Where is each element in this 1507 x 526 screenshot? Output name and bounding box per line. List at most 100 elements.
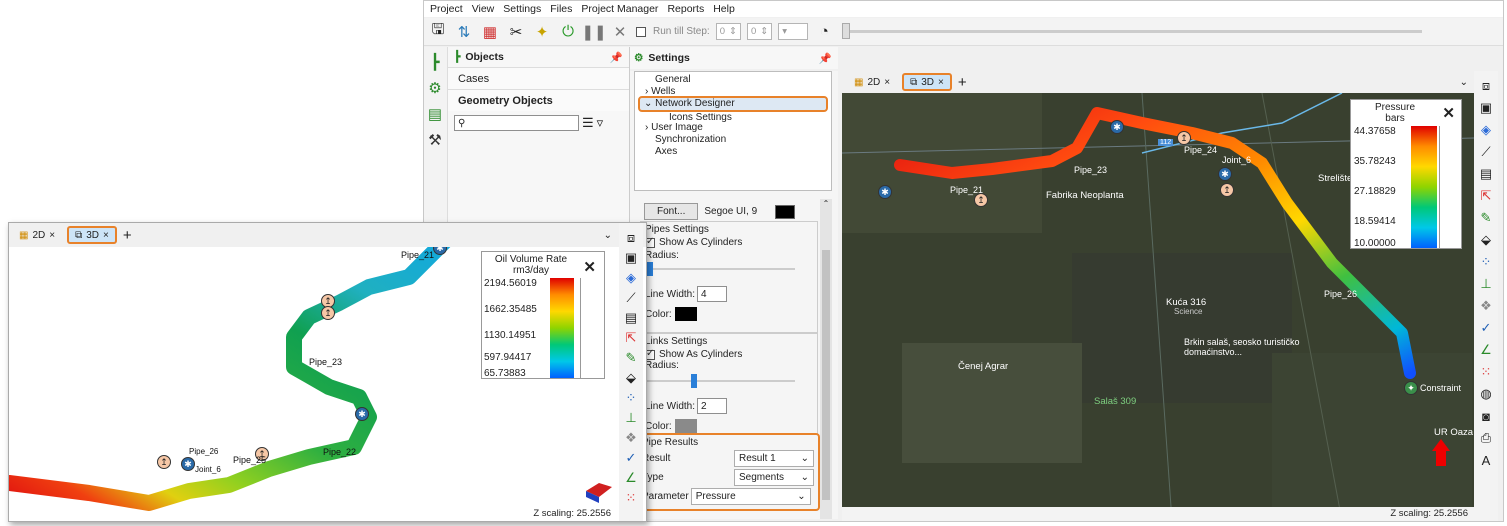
close-icon[interactable]: × bbox=[49, 230, 55, 241]
menu-files[interactable]: Files bbox=[550, 3, 572, 15]
angle-icon[interactable]: ∠ bbox=[1477, 341, 1495, 359]
ruler-icon[interactable]: ⟋ bbox=[622, 289, 640, 307]
joint-node-icon[interactable]: ✱ bbox=[1218, 167, 1232, 181]
ruler-icon[interactable]: ⟋ bbox=[1477, 143, 1495, 161]
step-to-spinner[interactable]: 0 ⇕ bbox=[746, 23, 773, 40]
pause-icon[interactable]: ❚❚ bbox=[581, 22, 606, 42]
constraint-node-icon[interactable]: ✦ bbox=[1404, 381, 1418, 395]
menu-view[interactable]: View bbox=[472, 3, 495, 15]
pin-icon[interactable]: 📌 bbox=[819, 52, 832, 65]
layers-icon[interactable]: ◈ bbox=[1477, 121, 1495, 139]
view-options-icon[interactable]: ▣ bbox=[1477, 99, 1495, 117]
cube-view-icon[interactable]: ⧈ bbox=[1477, 77, 1495, 95]
scroll-up-arrow[interactable]: ⌃ bbox=[820, 199, 832, 208]
links-line-width-input[interactable]: 2 bbox=[697, 398, 728, 414]
step-from-spinner[interactable]: 0 ⇕ bbox=[715, 23, 741, 40]
gear-icon[interactable]: ⚙ bbox=[424, 77, 446, 99]
pin-icon[interactable]: 📌 bbox=[610, 51, 623, 64]
close-icon[interactable]: × bbox=[103, 230, 109, 241]
search-input[interactable]: ⚲ bbox=[454, 115, 579, 131]
surface-icon[interactable]: ❖ bbox=[1477, 297, 1495, 315]
chevron-down-icon[interactable]: ⌄ bbox=[604, 230, 612, 241]
brush-icon[interactable]: ✎ bbox=[622, 349, 640, 367]
tree-item-icons-settings[interactable]: Icons Settings bbox=[635, 113, 831, 122]
cut-icon[interactable]: ✂ bbox=[506, 22, 526, 42]
palette-icon[interactable]: ⁙ bbox=[622, 489, 640, 507]
save-icon[interactable]: 🖫 bbox=[428, 21, 448, 42]
font-button[interactable]: Font... bbox=[644, 203, 699, 220]
tab-2d[interactable]: ▦ 2D × bbox=[848, 73, 896, 91]
palette-icon[interactable]: ⁙ bbox=[1477, 363, 1495, 381]
pipes-radius-slider[interactable] bbox=[645, 262, 813, 276]
source-node-icon[interactable]: ✱ bbox=[878, 185, 892, 199]
result-select[interactable]: Result 1 ⌄ bbox=[734, 450, 814, 467]
brush-icon[interactable]: ✎ bbox=[1477, 209, 1495, 227]
qc-icon[interactable]: ✓ bbox=[1477, 319, 1495, 337]
funnel-icon[interactable]: ▿ bbox=[597, 115, 604, 131]
points-icon[interactable]: ⁘ bbox=[1477, 253, 1495, 271]
well-node-icon[interactable]: ↥ bbox=[321, 306, 335, 320]
menu-project-manager[interactable]: Project Manager bbox=[581, 3, 658, 15]
font-icon[interactable]: A bbox=[1477, 451, 1495, 469]
view-options-icon[interactable]: ▣ bbox=[622, 249, 640, 267]
grid-icon[interactable]: ▦ bbox=[480, 22, 500, 42]
well-node-icon[interactable]: ↥ bbox=[974, 193, 988, 207]
close-icon[interactable]: × bbox=[884, 77, 890, 88]
tree-item-synchronization[interactable]: Synchronization bbox=[635, 134, 831, 146]
source-node-icon[interactable]: ✱ bbox=[355, 407, 369, 421]
power-icon[interactable]: ⏻ bbox=[558, 22, 578, 42]
close-icon[interactable]: ✕ bbox=[583, 258, 596, 276]
tree-item-general[interactable]: General bbox=[635, 74, 831, 86]
pipes-radius-handle[interactable] bbox=[647, 262, 653, 276]
pipes-color-swatch[interactable] bbox=[674, 307, 697, 321]
tree-item-axes[interactable]: Axes bbox=[635, 146, 831, 158]
settings-scrollbar[interactable]: ⌃ bbox=[820, 199, 832, 519]
clock-icon[interactable]: ◔ bbox=[814, 22, 834, 42]
links-radius-slider[interactable] bbox=[645, 374, 813, 388]
pipes-line-width-input[interactable]: 4 bbox=[697, 286, 728, 302]
parameter-select[interactable]: Pressure ⌄ bbox=[690, 488, 811, 505]
stop-icon[interactable]: ✕ bbox=[610, 22, 630, 42]
cube-view-icon[interactable]: ⧈ bbox=[622, 229, 640, 247]
table-icon[interactable]: ▤ bbox=[1477, 165, 1495, 183]
joint-node-icon[interactable]: ✱ bbox=[181, 457, 195, 471]
hammer-icon[interactable]: ⚒ bbox=[424, 129, 446, 151]
chevron-down-icon[interactable]: ⌄ bbox=[1460, 77, 1468, 88]
type-select[interactable]: Segments ⌄ bbox=[734, 469, 814, 486]
cursor-icon[interactable]: ⇱ bbox=[1477, 187, 1495, 205]
menu-settings[interactable]: Settings bbox=[503, 3, 541, 15]
tab-3d[interactable]: ⧉ 3D × bbox=[902, 73, 952, 91]
run-till-step-checkbox[interactable] bbox=[636, 26, 646, 37]
globe-icon[interactable]: ◍ bbox=[1477, 385, 1495, 403]
cursor-icon[interactable]: ⇱ bbox=[622, 329, 640, 347]
font-color-swatch[interactable] bbox=[775, 204, 796, 219]
close-icon[interactable]: ✕ bbox=[1442, 104, 1455, 122]
axes-icon[interactable]: ⊥ bbox=[622, 409, 640, 427]
well-node-icon[interactable]: ↥ bbox=[157, 455, 171, 469]
stack-icon[interactable]: ⬙ bbox=[622, 369, 640, 387]
panel-icon[interactable]: ▤ bbox=[424, 103, 446, 125]
menu-reports[interactable]: Reports bbox=[667, 3, 704, 15]
links-radius-handle[interactable] bbox=[691, 374, 697, 388]
objects-tree-icon[interactable]: ┣ bbox=[424, 51, 446, 73]
links-color-swatch[interactable] bbox=[674, 419, 697, 433]
camera-icon[interactable]: ◙ bbox=[1477, 407, 1495, 425]
well-node-icon[interactable]: ↥ bbox=[1177, 131, 1191, 145]
menu-help[interactable]: Help bbox=[713, 3, 735, 15]
menu-project[interactable]: Project bbox=[430, 3, 463, 15]
print-icon[interactable]: ⎙ bbox=[1477, 429, 1495, 447]
tab-2d[interactable]: ▦ 2D × bbox=[13, 226, 61, 244]
points-icon[interactable]: ⁘ bbox=[622, 389, 640, 407]
map-3d-view[interactable]: ✱ ↥ ✱ ↥ ✱ ↥ ✦ Pipe_21 Pipe_23 Pipe_24 Jo… bbox=[842, 93, 1474, 521]
axes-icon[interactable]: ⊥ bbox=[1477, 275, 1495, 293]
cases-row[interactable]: Cases bbox=[448, 67, 629, 89]
step-slider-handle[interactable] bbox=[842, 23, 851, 39]
angle-icon[interactable]: ∠ bbox=[622, 469, 640, 487]
tree-item-network-designer[interactable]: ⌄ Network Designer bbox=[638, 96, 828, 112]
geometry-objects-row[interactable]: Geometry Objects bbox=[448, 89, 629, 111]
surface-icon[interactable]: ❖ bbox=[622, 429, 640, 447]
inset-3d-view[interactable]: ✱ ↥ ↥ ✱ ↥ ↥ ✱ Pipe_21 Pipe_23 Pipe_22 Pi… bbox=[9, 247, 617, 521]
layers-icon[interactable]: ◈ bbox=[622, 269, 640, 287]
close-icon[interactable]: × bbox=[938, 77, 944, 88]
add-tab-button[interactable]: + bbox=[123, 227, 132, 244]
